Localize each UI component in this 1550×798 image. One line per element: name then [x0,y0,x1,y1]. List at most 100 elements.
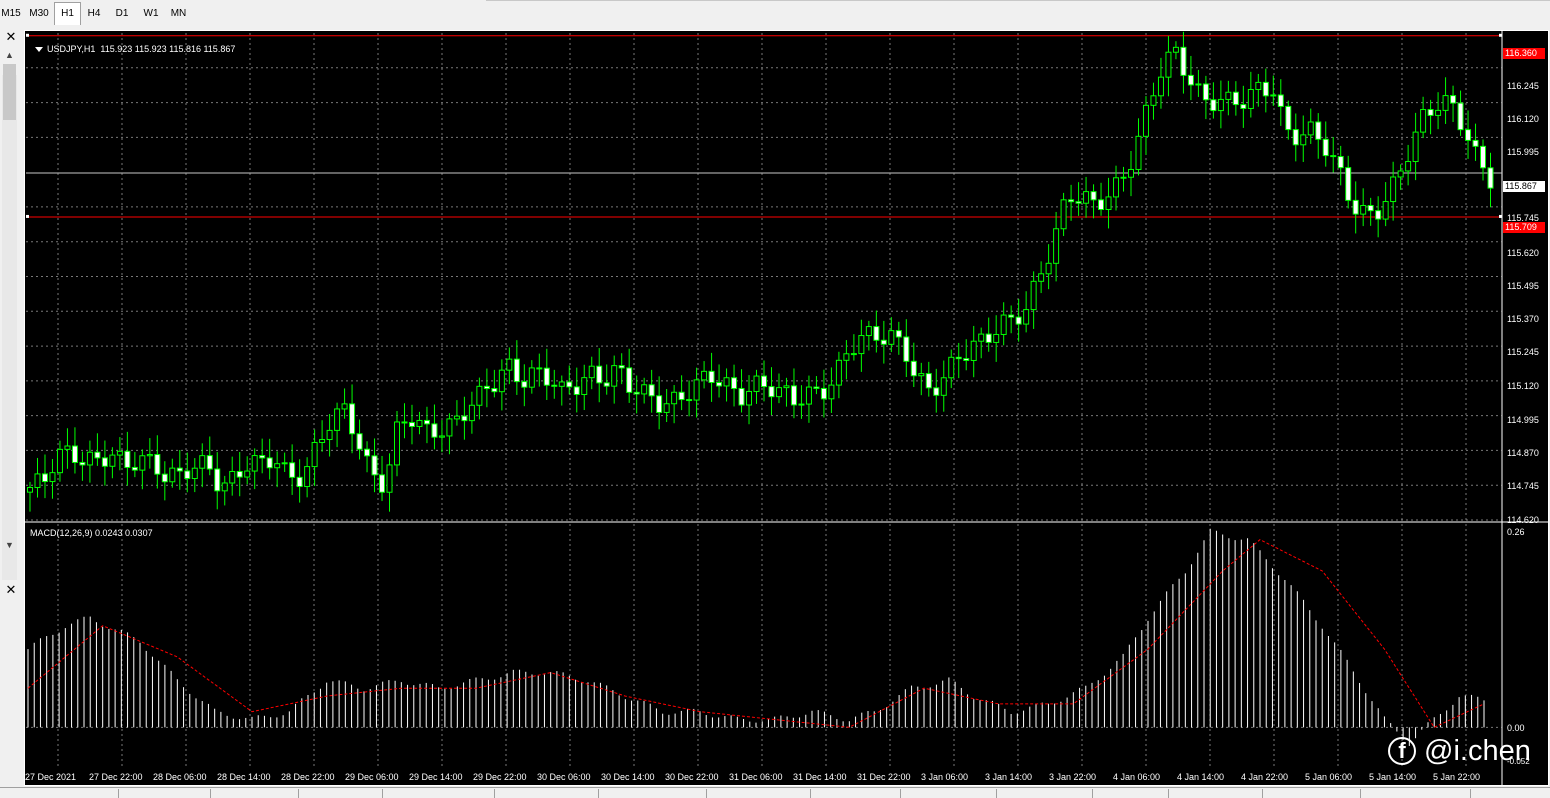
candle-body [146,454,153,457]
price-tick: 115.120 [1507,381,1539,391]
level-handle [26,214,29,218]
hline-price-tag-top: 116.360 [1503,48,1545,59]
candle-body [131,466,138,471]
candle-body [401,421,408,424]
candle-body [453,415,460,420]
candle-body [1060,199,1067,230]
candle-body [798,403,805,406]
candle-body [1397,170,1404,178]
candle-body [266,457,273,469]
candle-body [1008,314,1015,318]
candle-body [1247,88,1254,109]
candle-body [903,336,910,362]
time-label: 30 Dec 06:00 [537,772,591,782]
candle-body [1450,95,1457,104]
candle-body [1480,145,1487,169]
price-tick: 114.745 [1507,481,1539,491]
candle-body [1135,135,1142,170]
candle-body [289,462,296,478]
candle-body [805,386,812,405]
price-tick: 115.495 [1507,281,1539,291]
time-label: 29 Dec 22:00 [473,772,527,782]
candle-body [1090,191,1097,201]
time-label: 29 Dec 14:00 [409,772,463,782]
candle-body [371,455,378,476]
candle-body [1083,191,1090,204]
candle-body [993,333,1000,343]
candle-body [1322,138,1329,157]
price-tick: 116.245 [1507,81,1539,91]
dropdown-triangle-icon[interactable] [35,47,44,53]
candle-body [206,455,213,470]
candle-body [970,340,977,361]
candle-body [423,419,430,425]
candle-body [468,404,475,422]
candle-body [626,367,633,393]
candle-body [498,369,505,393]
candle-body [1270,94,1277,97]
candle-body [820,387,827,400]
candle-body [94,451,101,459]
candle-body [1172,46,1179,53]
time-label: 5 Jan 22:00 [1433,772,1481,782]
candle-body [1030,280,1037,311]
time-label: 5 Jan 14:00 [1369,772,1417,782]
candle-body [1330,155,1337,158]
candle-body [775,387,782,398]
macd-label: MACD(12,26,9) 0.0243 0.0307 [30,528,153,538]
candle-body [671,391,678,405]
candle-body [753,375,760,392]
candle-body [221,482,228,492]
current-price-tag: 115.867 [1503,181,1545,192]
candle-body [1232,91,1239,106]
candle-body [1382,201,1389,220]
candle-body [1405,161,1412,172]
candle-body [716,382,723,387]
candle-body [1412,131,1419,163]
candle-body [1277,94,1284,107]
candle-body [1300,134,1307,146]
candle-body [251,455,258,472]
candle-body [244,470,251,478]
macd-tick: 0.26 [1507,527,1525,537]
candle-body [633,391,640,395]
candle-body [79,461,86,466]
time-label: 28 Dec 06:00 [153,772,207,782]
candle-body [169,467,176,483]
candle-body [1375,210,1382,220]
candle-body [1427,109,1434,116]
candle-body [408,422,415,427]
candle-body [850,353,857,356]
macd-tick: 0.00 [1507,723,1525,733]
candle-body [1457,102,1464,131]
candle-body [1435,109,1442,116]
candle-body [948,356,955,379]
candle-body [910,360,917,377]
candle-body [1345,167,1352,201]
candle-body [1292,129,1299,146]
candle-body [438,435,445,438]
candle-body [895,330,902,338]
candle-body [865,326,872,337]
candle-body [858,335,865,355]
candle-body [693,379,700,401]
candle-body [1113,177,1120,198]
candle-body [835,359,842,386]
time-label: 3 Jan 22:00 [1049,772,1097,782]
candle-body [581,377,588,395]
candle-body [940,377,947,396]
time-label: 4 Jan 06:00 [1113,772,1161,782]
candle-body [1120,176,1127,179]
price-chart-svg[interactable] [0,0,1550,797]
candle-body [963,358,970,361]
candle-body [326,429,333,441]
watermark: f @i.chen [1388,734,1531,768]
time-label: 4 Jan 22:00 [1241,772,1289,782]
candle-body [41,473,48,483]
candle-body [663,403,670,413]
candle-body [1157,76,1164,97]
candle-body [236,470,243,478]
time-label: 3 Jan 14:00 [985,772,1033,782]
candle-body [49,472,56,483]
time-label: 27 Dec 22:00 [89,772,143,782]
